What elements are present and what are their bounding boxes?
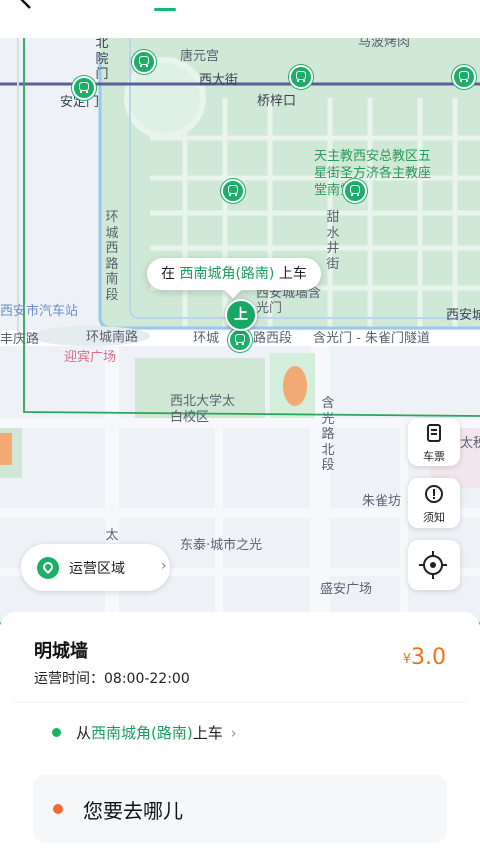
label-mabo: 马波烤肉 <box>358 38 411 50</box>
locate-button[interactable] <box>408 540 460 590</box>
chevron-right-icon: › <box>161 558 167 574</box>
locate-icon <box>423 555 443 575</box>
ticket-label: 车票 <box>423 450 445 463</box>
label-xian-right: 西安城 <box>446 308 480 323</box>
pickup-prefix: 从 <box>76 724 92 742</box>
label-hanguang-north: 含光路北段 <box>321 396 335 473</box>
ticket-icon <box>427 424 441 442</box>
map-pin-icon <box>37 557 59 579</box>
label-qiaozikou: 桥梓口 <box>257 94 297 109</box>
label-church: 天主教西安总教区五星街圣方济各主教座堂南堂 <box>314 149 432 198</box>
bus-stop-icon[interactable] <box>343 179 367 203</box>
info-icon <box>425 485 443 503</box>
pickup-dot-icon <box>52 728 61 737</box>
divider <box>14 702 466 703</box>
price-currency: ¥ <box>402 652 411 667</box>
label-yingbin: 迎宾广场 <box>64 350 117 365</box>
back-arrow-icon[interactable] <box>16 0 36 10</box>
bus-stop-icon[interactable] <box>228 328 252 352</box>
label-taishui: 太税 <box>460 436 480 451</box>
bus-stop-icon[interactable] <box>289 65 313 89</box>
bus-stop-icon[interactable] <box>72 76 96 100</box>
label-zhuquefang: 朱雀坊 <box>362 494 402 509</box>
destination-dot-icon <box>53 804 63 814</box>
bus-stop-icon[interactable] <box>452 65 476 89</box>
label-ring-south: 环城南路 <box>86 330 139 345</box>
pickup-bubble: 在 西南城角(路南) 上车 <box>147 258 321 290</box>
bubble-prefix: 在 <box>161 266 175 282</box>
label-hanguang-tunnel: 含光门 - 朱雀门隧道 <box>313 331 430 346</box>
pickup-suffix: 上车 <box>192 724 223 742</box>
label-dongtai: 东泰·城市之光 <box>180 538 263 553</box>
label-northwest-univ: 西北大学太白校区 <box>170 394 236 425</box>
bubble-suffix: 上车 <box>278 266 307 282</box>
pickup-station: 西南城角(路南) <box>91 724 193 742</box>
destination-input[interactable]: 您要去哪儿 <box>33 775 447 843</box>
destination-placeholder: 您要去哪儿 <box>83 799 183 823</box>
bubble-station: 西南城角(路南) <box>179 266 275 282</box>
bus-stop-icon[interactable] <box>132 50 156 74</box>
tab-indicator <box>154 8 176 11</box>
ticket-button[interactable]: 车票 <box>408 418 460 466</box>
label-shengan: 盛安广场 <box>320 582 373 597</box>
label-tangyuangong: 唐元宫 <box>180 49 220 64</box>
pickup-row[interactable]: 从西南城角(路南)上车 › <box>52 722 237 743</box>
label-fengqing: 丰庆路 <box>0 332 40 347</box>
label-qiche: 西安市汽车站 <box>0 304 79 319</box>
label-huancheng: 环城 <box>193 331 220 346</box>
label-tianshui: 甜水井街 <box>326 210 340 272</box>
operating-area-label: 运营区域 <box>69 561 125 577</box>
label-beiyuanmen: 北院门 <box>95 38 109 82</box>
chevron-right-icon: › <box>230 724 237 742</box>
pickup-pin[interactable]: 上 <box>225 299 257 331</box>
label-xidajie: 西大街 <box>199 73 239 88</box>
operating-hours: 运营时间：08:00-22:00 <box>34 671 190 687</box>
label-ring-west: 环城西路南段 <box>105 210 119 303</box>
label-luxiduan: 路西段 <box>253 331 293 346</box>
bus-stop-icon[interactable] <box>221 179 245 203</box>
route-card: 明城墙 运营时间：08:00-22:00 ¥3.0 从西南城角(路南)上车 › 您… <box>14 612 466 854</box>
notice-button[interactable]: 须知 <box>408 478 460 528</box>
operating-area-button[interactable]: 运营区域 › <box>21 544 170 591</box>
route-name: 明城墙 <box>34 641 88 662</box>
map-view[interactable]: 北院门 唐元宫 马波烤肉 西大街 安定门 桥梓口 天主教西安总教区五星街圣方济各… <box>0 38 480 628</box>
notice-label: 须知 <box>423 511 445 524</box>
label-city-wall: 西安城墙含光门 <box>256 286 322 316</box>
price-value: 3.0 <box>411 645 446 670</box>
top-bar <box>0 0 480 38</box>
fare-price: ¥3.0 <box>403 645 446 670</box>
